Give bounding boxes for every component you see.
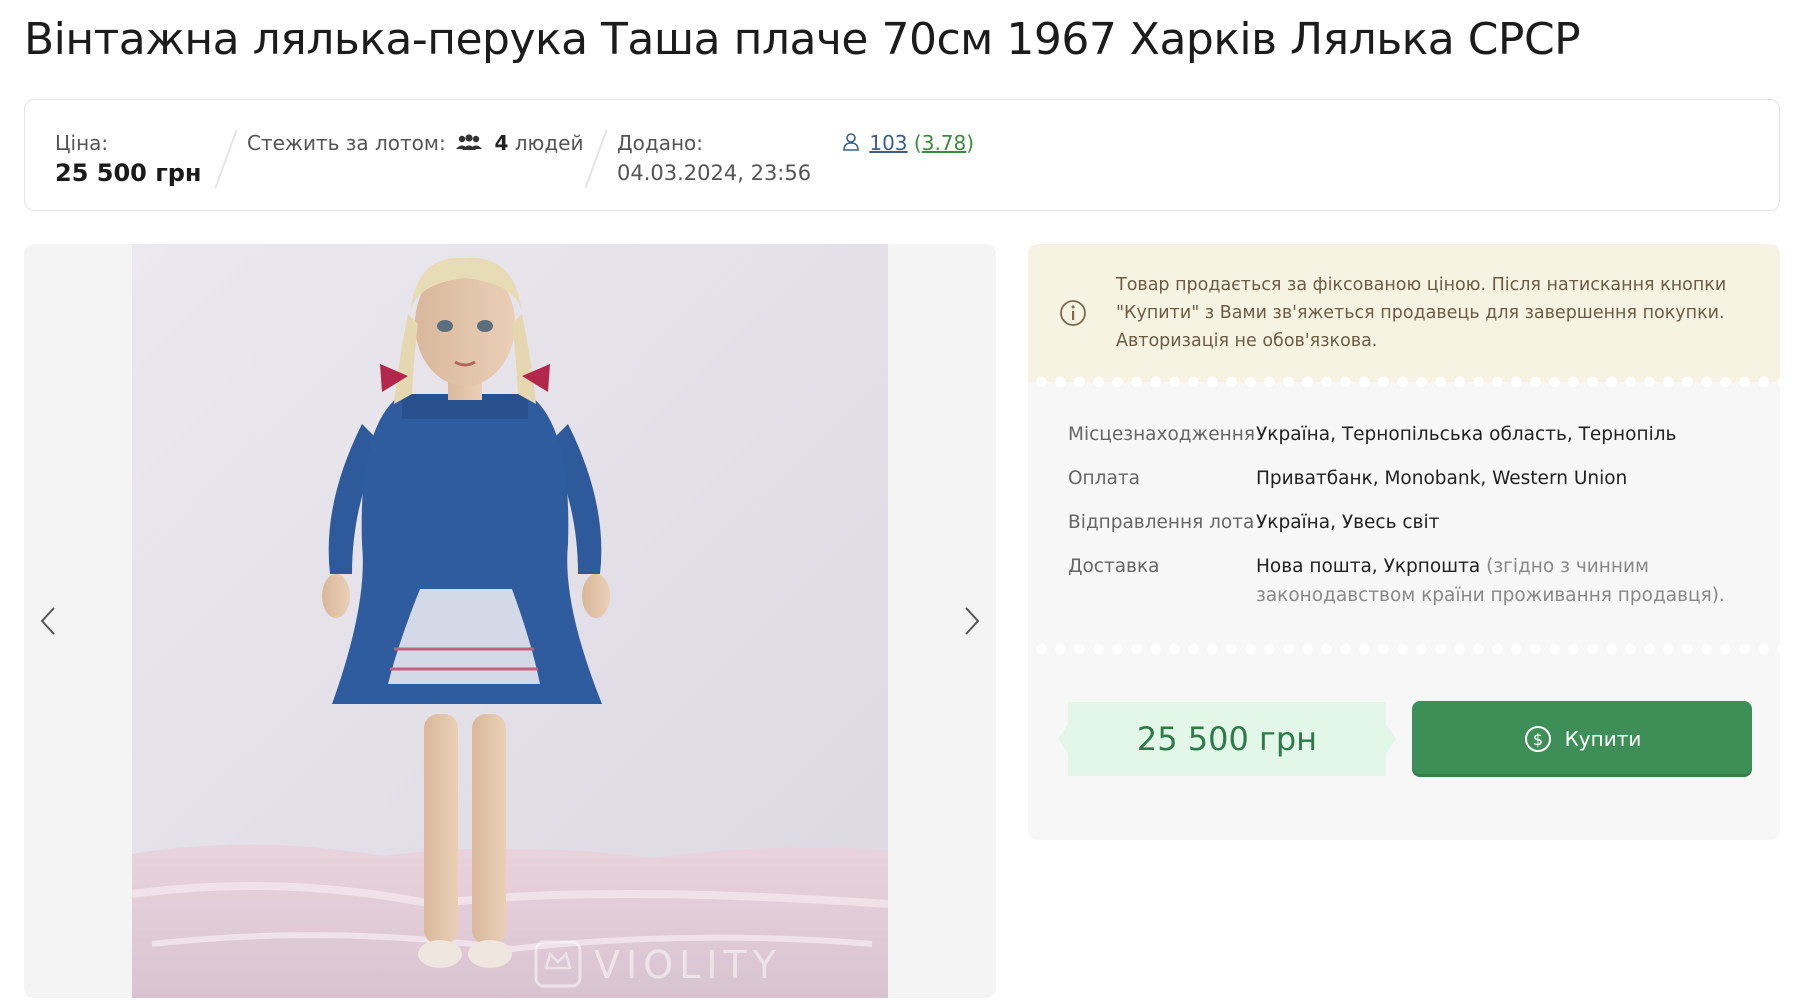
added-info: Додано: 04.03.2024, 23:56 [617, 128, 811, 188]
lot-info-card: Ціна: 25 500 грн Стежить за лотом: 4 люд… [24, 99, 1780, 211]
detail-label: Оплата [1068, 468, 1140, 489]
lot-photo[interactable]: VIOLITY [132, 244, 888, 998]
divider [214, 130, 238, 188]
price-value: 25 500 грн [55, 159, 202, 187]
purchase-price: 25 500 грн [1058, 702, 1396, 776]
seller-info: 103 (3.78) [841, 128, 974, 160]
price-label: Ціна: [55, 131, 109, 155]
watch-label: Стежить за лотом: [247, 131, 446, 155]
detail-row-location: Місцезнаходження Україна, Тернопільська … [1068, 420, 1758, 449]
watermark-text: VIOLITY [594, 943, 782, 987]
photo-gallery: VIOLITY [24, 244, 996, 998]
notice-text: Товар продається за фіксованою ціною. Пі… [1116, 275, 1727, 351]
buy-button-label: Купити [1564, 727, 1642, 751]
fixed-price-notice: Товар продається за фіксованою ціною. Пі… [1028, 244, 1780, 382]
price-info: Ціна: 25 500 грн [55, 128, 202, 188]
seller-rating-link[interactable]: 3.78 [922, 131, 967, 155]
next-photo-button[interactable] [952, 596, 992, 646]
info-icon [1058, 298, 1088, 332]
separator-dots [1028, 642, 1780, 656]
coin-icon: $ [1524, 726, 1551, 752]
watch-info: Стежить за лотом: 4 людей [247, 128, 583, 160]
detail-row-payment: Оплата Приватбанк, Monobank, Western Uni… [1068, 464, 1758, 493]
people-icon [454, 130, 484, 160]
buy-button[interactable]: $ Купити [1412, 701, 1752, 777]
page-title: Вінтажна лялька-перука Таша плаче 70см 1… [24, 14, 1581, 65]
divider [584, 130, 608, 188]
purchase-panel: Товар продається за фіксованою ціною. Пі… [1028, 244, 1780, 840]
separator-dots [1028, 375, 1780, 389]
detail-value: Україна, Увесь світ [1256, 512, 1440, 533]
lot-details: Місцезнаходження Україна, Тернопільська … [1068, 420, 1758, 625]
chevron-left-icon [40, 607, 55, 635]
detail-label: Місцезнаходження [1068, 424, 1255, 445]
added-value: 04.03.2024, 23:56 [617, 161, 812, 185]
seller-reviews-link[interactable]: 103 [869, 131, 907, 155]
detail-value: Україна, Тернопільська область, Тернопіл… [1256, 424, 1677, 445]
user-icon [841, 130, 861, 160]
chevron-right-icon [965, 607, 980, 635]
watch-count: 4 [494, 131, 509, 155]
detail-value: Нова пошта, Укрпошта [1256, 556, 1481, 577]
detail-label: Доставка [1068, 556, 1160, 577]
added-label: Додано: [617, 131, 703, 155]
detail-row-shipping: Відправлення лота Україна, Увесь світ [1068, 508, 1758, 537]
detail-value: Приватбанк, Monobank, Western Union [1256, 468, 1628, 489]
detail-value-wrap: Нова пошта, Укрпошта (згідно з чинним за… [1256, 552, 1758, 610]
detail-row-delivery: Доставка Нова пошта, Укрпошта (згідно з … [1068, 552, 1758, 610]
previous-photo-button[interactable] [28, 596, 68, 646]
svg-text:$: $ [1533, 730, 1543, 749]
watch-unit: людей [514, 131, 584, 155]
detail-label: Відправлення лота [1068, 512, 1255, 533]
